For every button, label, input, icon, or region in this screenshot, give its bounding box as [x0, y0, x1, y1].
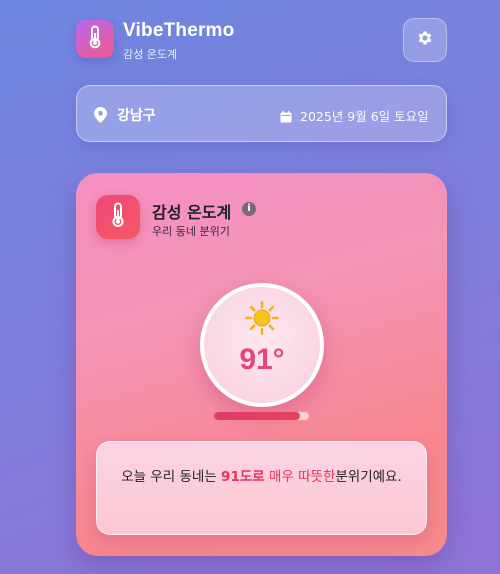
gear-icon: [416, 29, 434, 51]
thermometer-card: 감성 온도계 i 우리 동네 분위기 91° 오늘 우리 동네는 91도로 매우…: [76, 173, 447, 556]
card-logo: [96, 195, 140, 239]
message-mood: 매우 따뜻한: [264, 469, 336, 485]
info-icon[interactable]: i: [242, 202, 256, 216]
date-text: 2025년 9월 6일 토요일: [300, 109, 429, 124]
app-title: VibeThermo: [123, 20, 235, 41]
sun-icon: [245, 301, 279, 339]
thermometer-icon: [109, 202, 127, 232]
app-header: VibeThermo 감성 온도계: [76, 18, 447, 62]
message-prefix: 오늘 우리 동네는: [121, 469, 222, 485]
card-subtitle: 우리 동네 분위기: [152, 225, 230, 238]
calendar-icon: [280, 108, 292, 127]
message-temperature: 91도로: [221, 469, 265, 485]
message-suffix: 분위기예요.: [335, 469, 402, 485]
temperature-dial: 91°: [200, 283, 324, 407]
temperature-value: 91°: [239, 343, 285, 376]
temperature-progress-bar: [214, 412, 309, 420]
app-logo: [76, 20, 114, 58]
mood-message: 오늘 우리 동네는 91도로 매우 따뜻한분위기예요.: [96, 441, 427, 535]
progress-fill: [214, 412, 301, 420]
map-pin-icon: [94, 107, 107, 127]
card-title: 감성 온도계: [152, 203, 232, 222]
settings-button[interactable]: [403, 18, 447, 62]
location-name: 강남구: [117, 108, 156, 124]
app-subtitle: 감성 온도계: [123, 48, 178, 61]
location-bar[interactable]: 강남구 2025년 9월 6일 토요일: [76, 85, 447, 142]
thermometer-icon: [86, 25, 104, 53]
